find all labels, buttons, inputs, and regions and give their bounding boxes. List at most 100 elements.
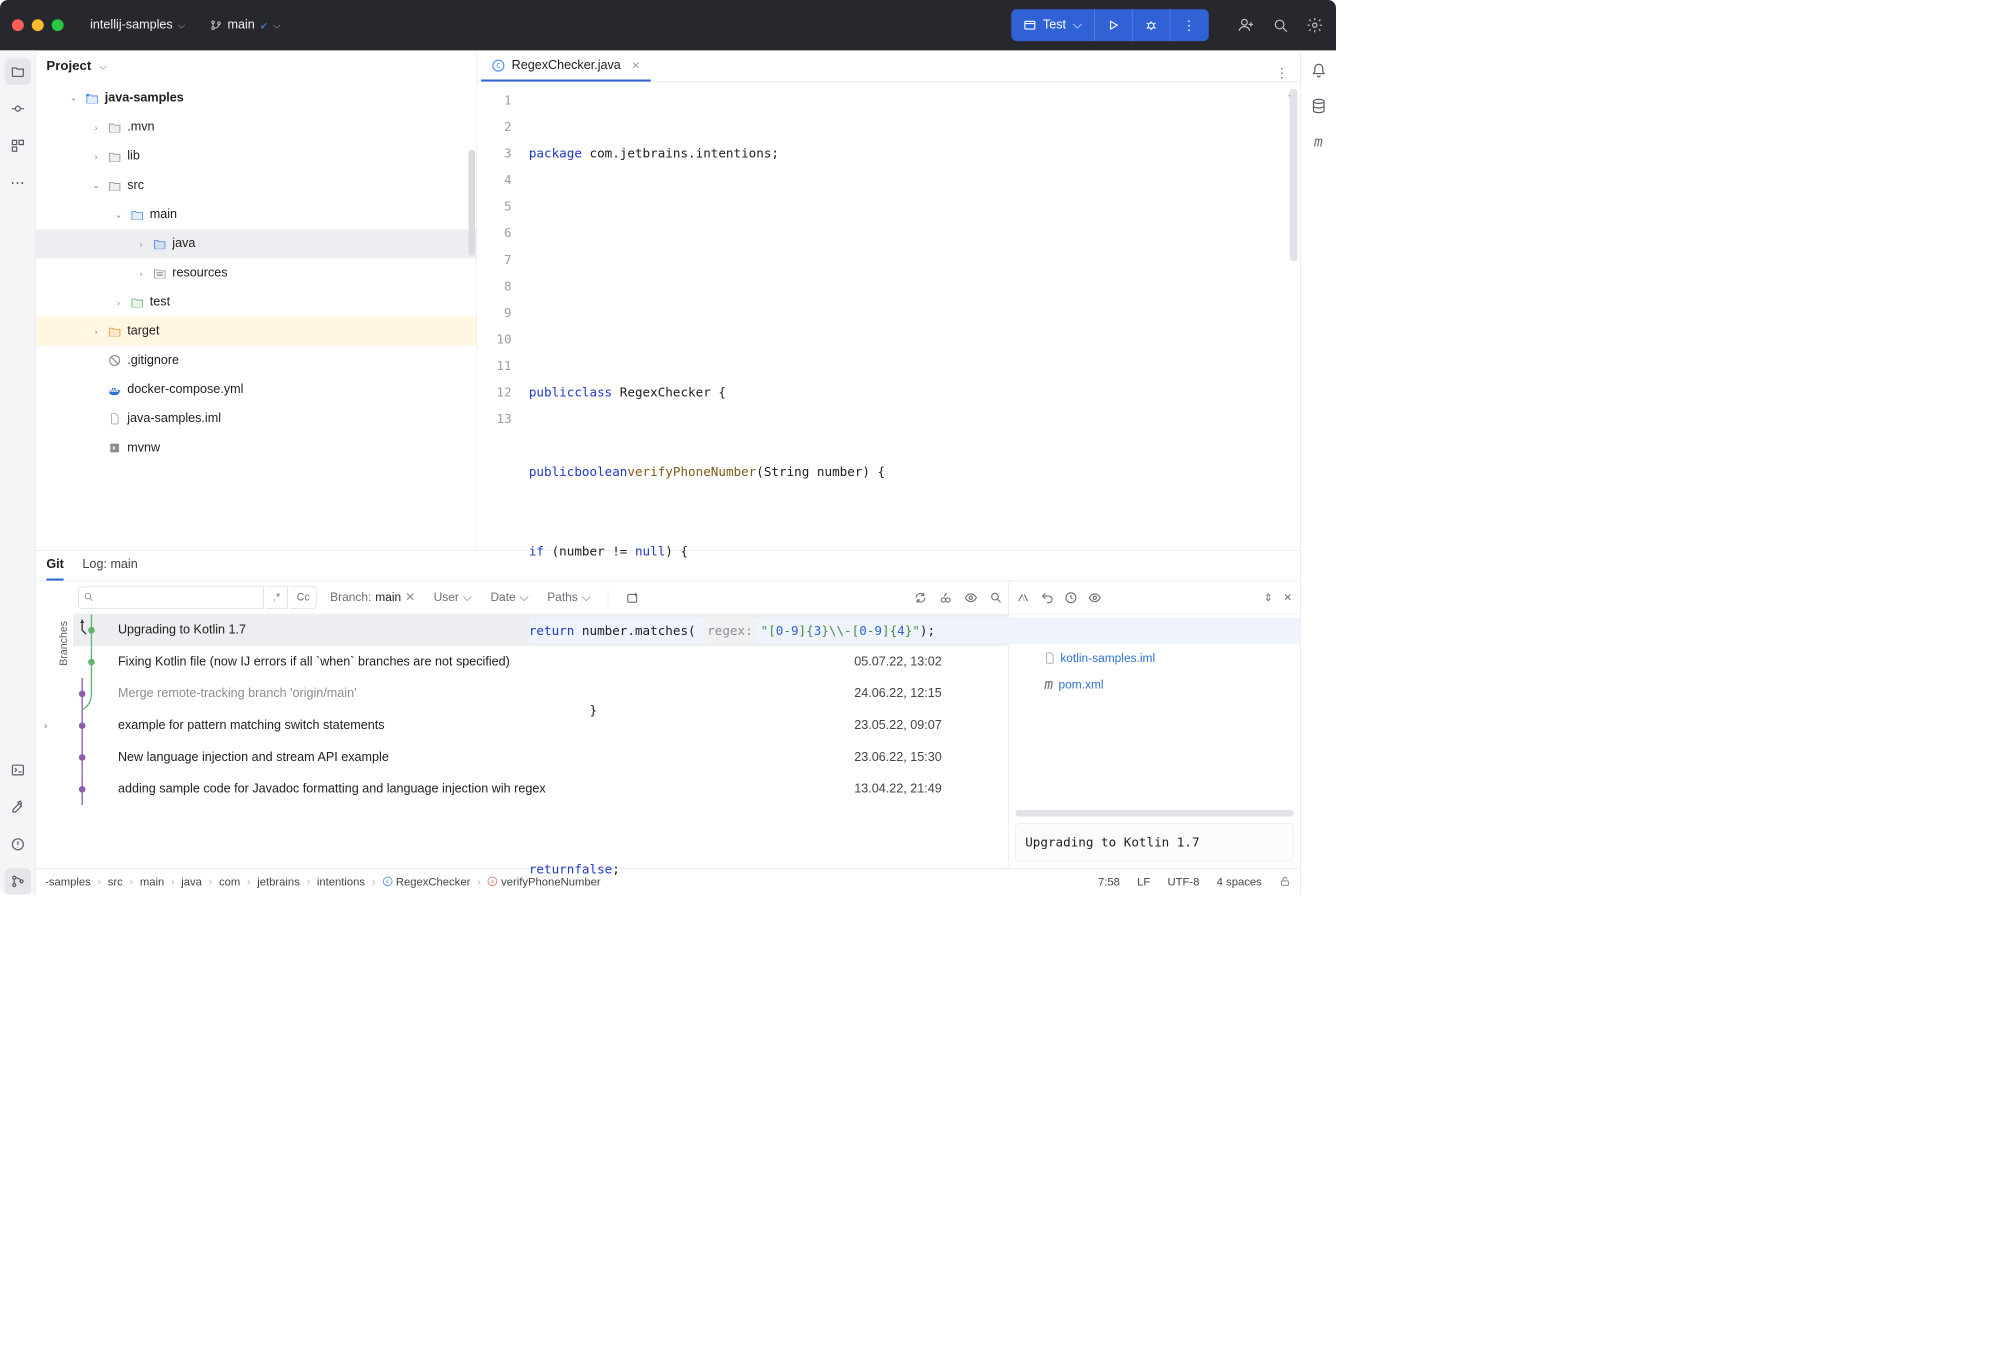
git-tab[interactable]: Git bbox=[46, 557, 63, 580]
run-button[interactable] bbox=[1095, 9, 1133, 41]
breadcrumbs[interactable]: -samples›src›main›java›com›jetbrains›int… bbox=[45, 875, 601, 888]
tree-item[interactable]: › test bbox=[36, 288, 477, 317]
editor-scrollbar[interactable] bbox=[1290, 89, 1298, 261]
problems-tool-button[interactable] bbox=[4, 831, 31, 858]
breadcrumb-item[interactable]: C RegexChecker bbox=[382, 875, 470, 888]
expand-icon[interactable]: › bbox=[90, 122, 102, 132]
maven-button[interactable]: m bbox=[1308, 131, 1329, 152]
panel-title: Project bbox=[46, 59, 91, 74]
commit-graph bbox=[73, 678, 110, 710]
git-search-group: .* Cc bbox=[78, 586, 317, 609]
window-controls bbox=[12, 19, 64, 31]
project-tool-button[interactable] bbox=[4, 58, 31, 85]
minimize-window-button[interactable] bbox=[32, 19, 44, 31]
expand-icon[interactable]: › bbox=[90, 326, 102, 336]
chevron-down-icon: ⌵ bbox=[1073, 18, 1083, 33]
tree-scrollbar[interactable] bbox=[469, 150, 476, 256]
expand-icon[interactable]: › bbox=[113, 297, 125, 307]
tree-item-icon bbox=[152, 266, 167, 281]
build-tool-button[interactable] bbox=[4, 794, 31, 821]
branches-label[interactable]: Branches bbox=[58, 621, 70, 666]
tree-item[interactable]: java-samples.iml bbox=[36, 404, 477, 433]
tree-item[interactable]: ⌄ main bbox=[36, 200, 477, 229]
regex-toggle[interactable]: .* bbox=[266, 586, 287, 609]
breadcrumb-item[interactable]: main bbox=[140, 875, 164, 888]
vcs-branch-selector[interactable]: main ↙ ⌵ bbox=[204, 14, 287, 37]
tree-item-icon bbox=[107, 412, 122, 427]
more-tools-button[interactable]: ⋯ bbox=[4, 170, 31, 197]
branch-icon bbox=[210, 19, 222, 31]
expand-icon[interactable]: ⌄ bbox=[90, 180, 102, 191]
git-search-input[interactable] bbox=[78, 586, 264, 609]
maximize-window-button[interactable] bbox=[52, 19, 64, 31]
clear-icon[interactable]: ✕ bbox=[405, 590, 415, 604]
tree-item-label: docker-compose.yml bbox=[127, 382, 243, 397]
expand-icon[interactable]: › bbox=[135, 268, 147, 278]
user-filter[interactable]: User ⌵ bbox=[428, 590, 477, 604]
expand-icon[interactable]: ⌄ bbox=[113, 209, 125, 220]
tree-item[interactable]: docker-compose.yml bbox=[36, 375, 477, 404]
more-run-options-button[interactable]: ⋮ bbox=[1170, 9, 1208, 41]
tree-item[interactable]: .gitignore bbox=[36, 346, 477, 375]
tree-item-icon bbox=[107, 382, 122, 397]
breadcrumb-item[interactable]: -samples bbox=[45, 875, 91, 888]
breadcrumb-item[interactable]: intentions bbox=[317, 875, 365, 888]
expand-icon[interactable]: › bbox=[90, 151, 102, 161]
close-window-button[interactable] bbox=[12, 19, 24, 31]
debug-button[interactable] bbox=[1133, 9, 1171, 41]
settings-button[interactable] bbox=[1306, 16, 1325, 35]
tree-item-label: test bbox=[150, 295, 170, 310]
tree-item-label: main bbox=[150, 207, 177, 222]
tree-label: java-samples bbox=[105, 91, 184, 106]
chevron-down-icon[interactable]: ⌵ bbox=[99, 61, 106, 72]
commit-tool-button[interactable] bbox=[4, 95, 31, 122]
tree-item-label: .gitignore bbox=[127, 353, 179, 368]
project-selector[interactable]: intellij-samples ⌵ bbox=[84, 14, 192, 37]
chevron-down-icon: ⌵ bbox=[273, 20, 280, 31]
code-with-me-button[interactable] bbox=[1237, 16, 1256, 35]
match-case-toggle[interactable]: Cc bbox=[290, 586, 317, 609]
code-editor[interactable]: 12345678910111213 package com.jetbrains.… bbox=[477, 82, 1300, 550]
breadcrumb-item[interactable]: src bbox=[108, 875, 123, 888]
tree-item[interactable]: ⌄src bbox=[36, 171, 477, 200]
tab-more-button[interactable]: ⋮ bbox=[1267, 65, 1296, 82]
chevron-down-icon: ⌵ bbox=[178, 20, 185, 31]
tree-item-label: java bbox=[172, 237, 195, 252]
breadcrumb-item[interactable]: java bbox=[181, 875, 202, 888]
structure-tool-button[interactable] bbox=[4, 133, 31, 160]
git-tool-button[interactable] bbox=[4, 868, 31, 895]
commit-graph bbox=[73, 614, 110, 646]
terminal-tool-button[interactable] bbox=[4, 757, 31, 784]
search-everywhere-button[interactable] bbox=[1271, 16, 1290, 35]
tree-item[interactable]: mvnw bbox=[36, 433, 477, 462]
database-button[interactable] bbox=[1308, 95, 1329, 116]
branch-filter[interactable]: Branch: main ✕ bbox=[325, 590, 421, 604]
git-log-tab[interactable]: Log: main bbox=[82, 557, 137, 580]
run-config-selector[interactable]: Test ⌵ bbox=[1011, 9, 1095, 41]
tree-item-label: java-samples.iml bbox=[127, 412, 221, 427]
tree-item[interactable]: ›.mvn bbox=[36, 113, 477, 142]
right-tool-rail: m bbox=[1300, 50, 1336, 894]
project-tree[interactable]: ⌄ java-samples ›.mvn›lib⌄src⌄main›java›r… bbox=[36, 82, 477, 462]
chevron-down-icon: ⌵ bbox=[520, 590, 529, 604]
tree-item[interactable]: ›lib bbox=[36, 142, 477, 171]
close-tab-button[interactable]: ✕ bbox=[631, 59, 640, 72]
tree-item[interactable]: ›target bbox=[36, 317, 477, 346]
date-filter[interactable]: Date ⌵ bbox=[485, 590, 534, 604]
notifications-button[interactable] bbox=[1308, 60, 1329, 81]
expand-icon[interactable]: › bbox=[135, 239, 147, 249]
tree-root[interactable]: ⌄ java-samples bbox=[36, 84, 477, 113]
breadcrumb-item[interactable]: com bbox=[219, 875, 240, 888]
tree-item-icon bbox=[130, 295, 145, 310]
tree-item-icon bbox=[130, 207, 145, 222]
collapse-icon[interactable]: ⌄ bbox=[68, 93, 80, 104]
git-side-toggle[interactable]: › bbox=[36, 581, 56, 868]
code-content[interactable]: package com.jetbrains.intentions; public… bbox=[524, 82, 1301, 550]
run-window-icon bbox=[1023, 19, 1036, 32]
tree-item[interactable]: › java bbox=[36, 229, 477, 258]
tree-item[interactable]: ›resources bbox=[36, 258, 477, 287]
breadcrumb-item[interactable]: jetbrains bbox=[257, 875, 300, 888]
editor-tab[interactable]: C RegexChecker.java ✕ bbox=[481, 51, 651, 81]
commit-graph bbox=[73, 710, 110, 742]
tree-item-icon bbox=[107, 353, 122, 368]
